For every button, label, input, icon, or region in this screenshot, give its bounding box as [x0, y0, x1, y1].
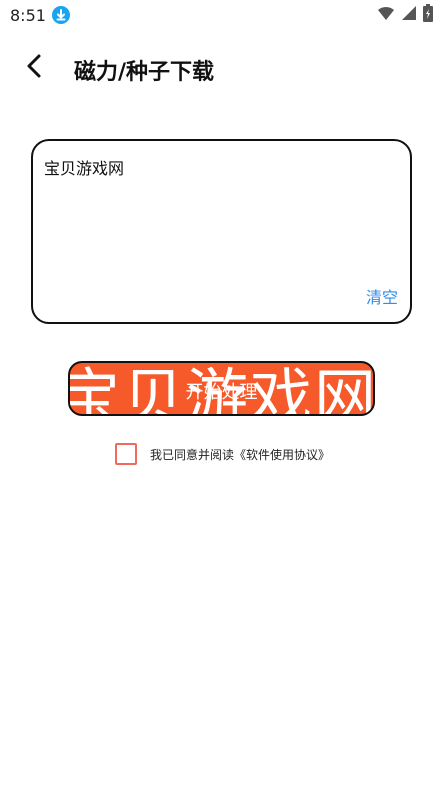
agreement-text[interactable]: 我已同意并阅读《软件使用协议》	[150, 446, 330, 463]
download-icon	[52, 6, 70, 24]
signal-icon	[401, 5, 417, 25]
input-text[interactable]: 宝贝游戏网	[44, 155, 399, 179]
page-title: 磁力/种子下载	[74, 60, 215, 85]
back-button[interactable]	[16, 50, 52, 86]
start-button-label: 开始处理	[185, 382, 258, 403]
app-header: 磁力/种子下载	[0, 40, 443, 100]
battery-charging-icon	[423, 4, 433, 26]
clear-button[interactable]: 清空	[366, 284, 398, 308]
magnet-link-input[interactable]: 宝贝游戏网 清空	[31, 139, 412, 324]
status-bar: 8:51	[0, 0, 443, 30]
start-process-button[interactable]: 宝贝游戏网 开始处理	[68, 361, 375, 416]
agreement-checkbox[interactable]	[115, 443, 137, 465]
chevron-left-icon	[23, 52, 45, 84]
wifi-icon	[377, 5, 395, 25]
agreement-row: 我已同意并阅读《软件使用协议》	[115, 442, 330, 466]
status-time: 8:51	[10, 6, 46, 25]
